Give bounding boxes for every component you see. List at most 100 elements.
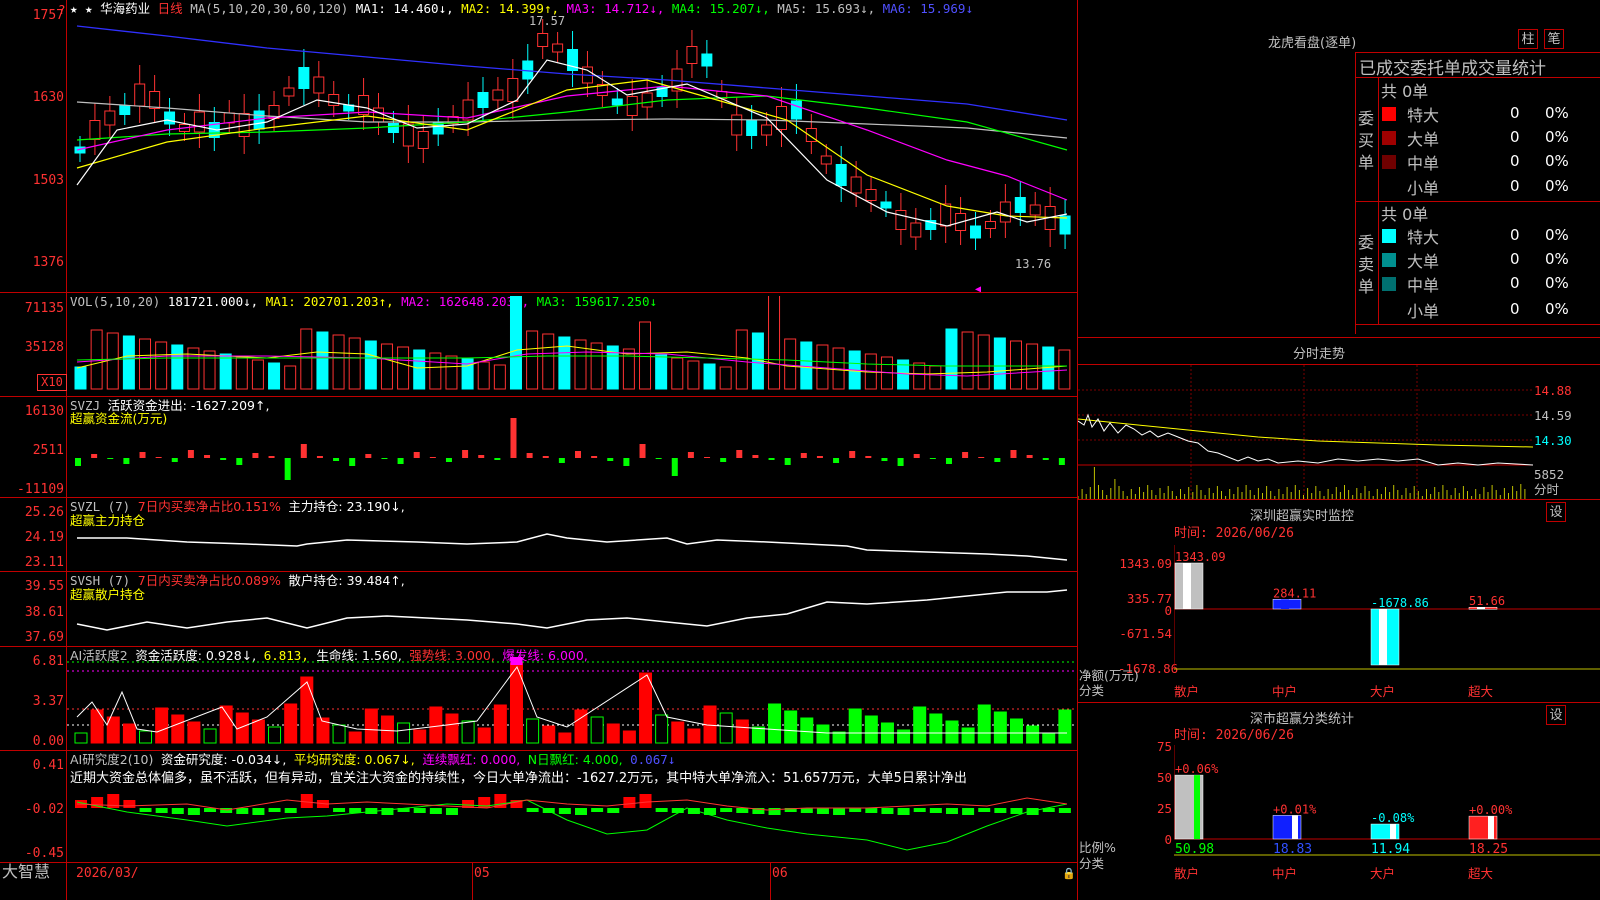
volume-bar (929, 365, 942, 390)
svsh-tick: 37.69 (24, 630, 64, 645)
ma3-line (76, 85, 1068, 201)
order-qty: 0 (1510, 104, 1520, 122)
fund-flow-bar (704, 457, 711, 458)
candle-body (492, 89, 504, 101)
intraday-chart[interactable] (1078, 365, 1533, 499)
divider (1078, 337, 1600, 338)
kline-chart-area[interactable]: ? ★ ★ 华海药业 日线 MA(5,10,20,30,60,120) MA1:… (0, 0, 1078, 900)
fund-flow-bar (897, 458, 904, 466)
candle-body (387, 123, 399, 133)
sz-class-tick: 50 (1156, 770, 1172, 785)
order-qty: 0 (1510, 128, 1520, 146)
bar-highlight (1281, 599, 1289, 609)
fund-flow-bar (107, 458, 114, 459)
activity-bar (268, 726, 282, 744)
volume-bar (203, 350, 216, 390)
bar-highlight (1194, 775, 1200, 839)
volume-chart[interactable] (67, 296, 1077, 396)
activity-bar (816, 724, 830, 744)
candlestick-chart[interactable]: 17.57 13.76 ◀ (67, 0, 1077, 292)
volume-bar (155, 341, 168, 390)
activity-bar (1026, 725, 1040, 744)
svsh-line (76, 589, 1068, 631)
tick-view-button[interactable]: 笔 (1544, 29, 1564, 49)
intraday-tick: 14.59 (1534, 408, 1572, 423)
activity-bar (429, 706, 443, 744)
volume-bar (139, 338, 152, 390)
candle-body (223, 112, 235, 124)
order-pct: 0% (1545, 152, 1569, 170)
activity-bar (945, 720, 959, 744)
svzl-chart[interactable] (67, 498, 1077, 570)
activity-bar (606, 723, 620, 744)
settings-button[interactable]: 设 (1546, 705, 1566, 725)
sz-class-chart[interactable]: +0.06% 50.98 +0.01% 18.83 -0.08% 11.94 +0.00% 1… (1174, 745, 1600, 865)
candle-body (746, 120, 758, 136)
activity-bar (655, 714, 669, 744)
volume-bar (122, 335, 135, 390)
research-bar (349, 808, 362, 813)
bar-view-button[interactable]: 柱 (1518, 29, 1538, 49)
fund-flow-bar (187, 450, 194, 458)
activity-bar (300, 676, 314, 744)
sz-monitor-time: 时间: 2026/06/26 (1174, 526, 1294, 541)
research-bar (994, 808, 1007, 813)
activity-bar (1009, 718, 1023, 744)
fund-flow-bar (204, 455, 211, 458)
activity-bar (848, 708, 862, 744)
activity-bar (203, 728, 217, 744)
order-qty: 0 (1510, 226, 1520, 244)
research-bar (333, 808, 346, 812)
activity-bar (639, 672, 653, 744)
volume-bar (639, 321, 652, 390)
volume-bar (316, 331, 329, 390)
activity-bar (590, 716, 604, 744)
fund-flow-bar (462, 450, 469, 458)
ai3-ndays: N日飘红: 4.000, (527, 752, 623, 767)
ai2-chart[interactable] (67, 647, 1077, 750)
high-price-label: 17.57 (529, 14, 565, 28)
candle-body (193, 111, 205, 133)
fund-flow-bar (752, 455, 759, 458)
color-swatch (1382, 107, 1396, 121)
research-bar (736, 808, 749, 813)
volume-bar (477, 361, 490, 390)
category-label: 散户 (1174, 866, 1200, 881)
ai3-chart[interactable] (67, 790, 1077, 862)
fund-flow-bar (413, 452, 420, 458)
volume-bar (977, 334, 990, 390)
research-bar (123, 800, 136, 808)
volume-bar (768, 296, 781, 390)
fund-flow-bar (155, 457, 162, 458)
activity-bar (413, 729, 427, 744)
svsh-chart[interactable] (67, 572, 1077, 646)
activity-bar (90, 709, 104, 744)
fund-flow-bar (268, 456, 275, 458)
fund-flow-bar (478, 455, 485, 458)
activity-bar (139, 730, 153, 744)
activity-bar (445, 713, 459, 744)
activity-bar (332, 724, 346, 744)
settings-button[interactable]: 设 (1546, 502, 1566, 522)
volume-bar (687, 360, 700, 390)
fund-flow-bar (655, 458, 662, 459)
research-bar (897, 808, 910, 815)
candle-body (298, 67, 310, 89)
order-qty: 0 (1510, 274, 1520, 292)
svzj-tick: -11109 (17, 482, 64, 497)
fund-flow-bar (736, 450, 743, 458)
activity-bar (493, 704, 507, 744)
candle-body (283, 87, 295, 97)
vol-unit-badge[interactable]: X10 (37, 374, 67, 391)
volume-bar (171, 344, 184, 390)
divider (0, 292, 1078, 293)
candle-body (910, 222, 922, 238)
svzj-chart[interactable] (67, 398, 1077, 497)
svsh-tick: 38.61 (24, 605, 64, 620)
sz-monitor-tick: 0 (1164, 603, 1172, 618)
divider (0, 862, 1078, 863)
svsh-tick: 39.55 (24, 579, 64, 594)
lock-icon[interactable]: 🔒 (1062, 866, 1076, 881)
activity-bar (74, 732, 88, 744)
sz-monitor-chart[interactable]: 1343.09 284.11 -1678.86 51.66 (1174, 545, 1600, 695)
